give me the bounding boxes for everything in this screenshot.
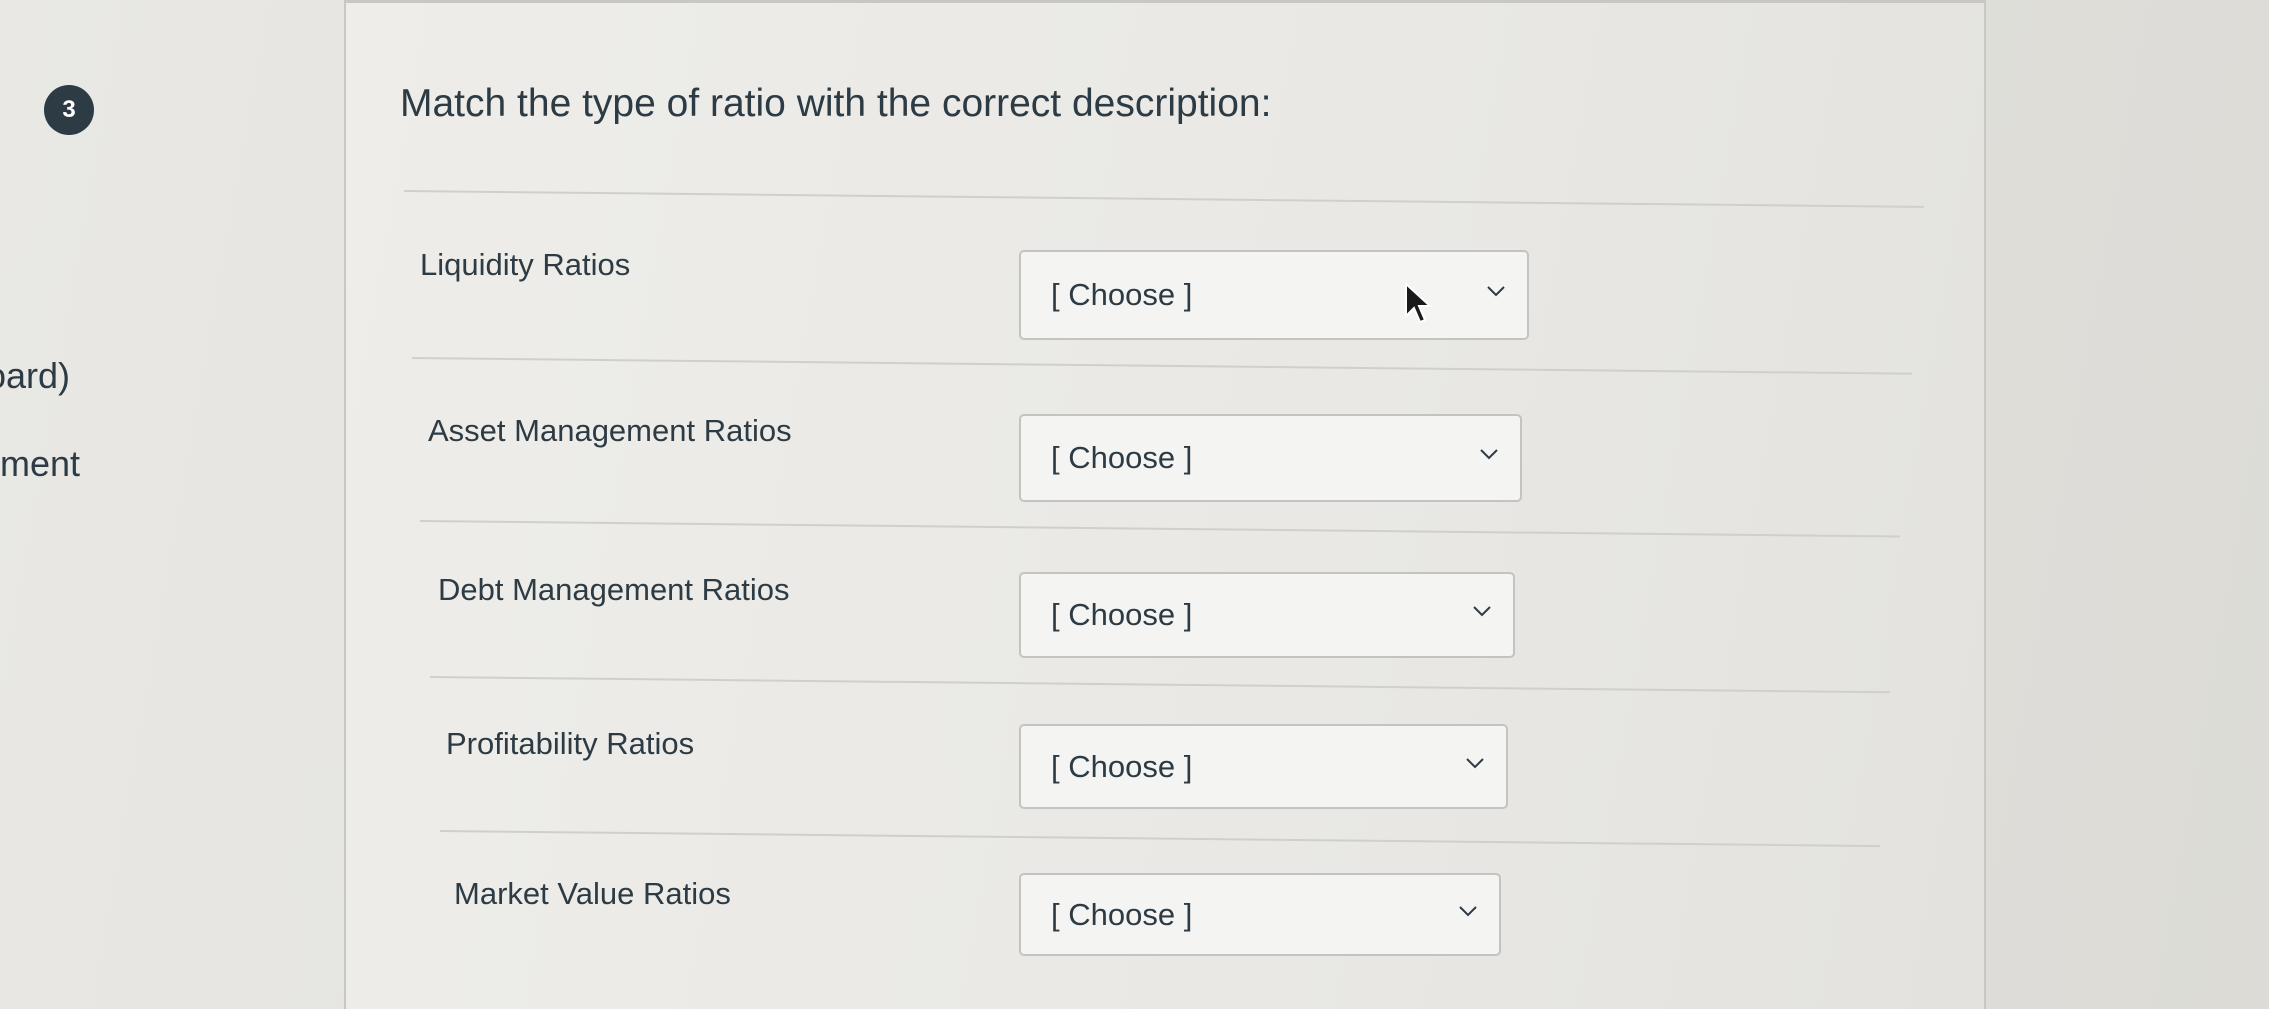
question-card bbox=[344, 0, 1986, 1009]
match-item-label: Liquidity Ratios bbox=[420, 247, 631, 282]
question-number-badge: 3 bbox=[44, 85, 94, 135]
answer-select[interactable]: [ Choose ] bbox=[1019, 414, 1522, 502]
chevron-down-icon bbox=[1473, 606, 1491, 617]
chevron-down-icon bbox=[1487, 286, 1505, 297]
answer-select[interactable]: [ Choose ] bbox=[1019, 250, 1529, 340]
mouse-cursor-icon bbox=[1405, 282, 1433, 324]
match-item-label: Debt Management Ratios bbox=[438, 572, 790, 607]
sidebar-link-partial[interactable]: oard) bbox=[0, 355, 70, 397]
chevron-down-icon bbox=[1466, 757, 1484, 768]
answer-select[interactable]: [ Choose ] bbox=[1019, 572, 1515, 658]
select-value: [ Choose ] bbox=[1051, 748, 1193, 784]
select-value: [ Choose ] bbox=[1051, 440, 1193, 475]
chevron-down-icon bbox=[1459, 905, 1477, 916]
question-prompt: Match the type of ratio with the correct… bbox=[400, 82, 1272, 125]
answer-select[interactable]: [ Choose ] bbox=[1019, 724, 1508, 809]
select-value: [ Choose ] bbox=[1051, 896, 1193, 932]
sidebar-link-partial[interactable]: ment bbox=[0, 443, 80, 485]
select-value: [ Choose ] bbox=[1051, 277, 1193, 312]
match-item-label: Asset Management Ratios bbox=[428, 413, 792, 448]
select-value: [ Choose ] bbox=[1051, 597, 1193, 632]
chevron-down-icon bbox=[1480, 449, 1498, 460]
match-item-label: Market Value Ratios bbox=[454, 876, 731, 911]
answer-select[interactable]: [ Choose ] bbox=[1019, 873, 1501, 956]
match-item-label: Profitability Ratios bbox=[446, 726, 695, 761]
